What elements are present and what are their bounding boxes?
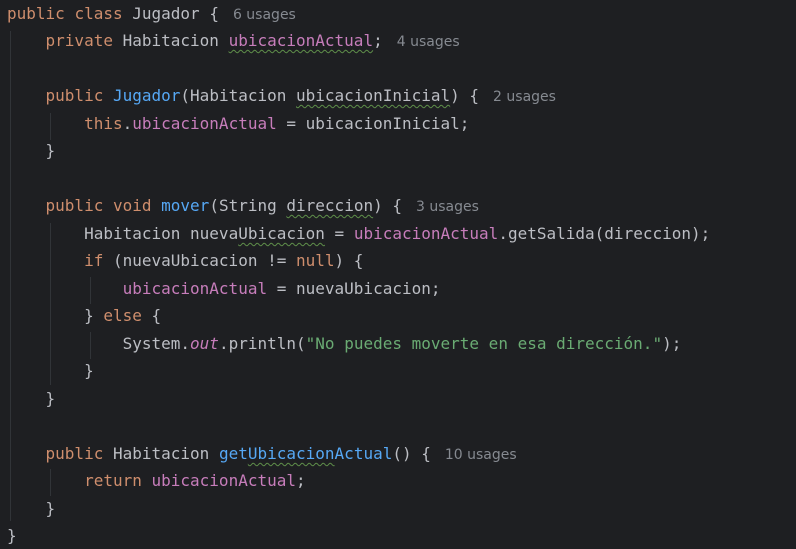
- type-habitacion[interactable]: Habitacion: [113, 444, 209, 463]
- keyword-public: public: [45, 86, 104, 105]
- usages-hint-constructor[interactable]: 2 usages: [493, 89, 556, 105]
- dot: .: [122, 114, 133, 133]
- close-brace: }: [45, 141, 56, 160]
- code-line-close-brace[interactable]: }: [7, 495, 56, 522]
- method-get-ubicacion-actual[interactable]: getUbicacionActual: [219, 444, 392, 463]
- keyword-public: public: [7, 4, 65, 23]
- static-field-out[interactable]: out: [190, 334, 219, 353]
- assign-op: =: [276, 114, 306, 133]
- parens-brace: () {: [392, 444, 431, 463]
- param-ubicacion-inicial[interactable]: ubicacionInicial: [296, 86, 450, 105]
- code-line-method-getter[interactable]: public Habitacion getUbicacionActual() {…: [7, 440, 517, 467]
- code-line-if[interactable]: if (nuevaUbicacion != null) {: [7, 247, 363, 274]
- usages-hint-class[interactable]: 6 usages: [233, 7, 296, 23]
- code-line-close-brace[interactable]: }: [7, 137, 56, 164]
- paren-close-brace: ) {: [373, 196, 402, 215]
- method-get-salida[interactable]: getSalida: [508, 224, 595, 243]
- class-name[interactable]: Jugador: [132, 4, 199, 23]
- paren-open: (: [296, 334, 306, 353]
- constructor-name[interactable]: Jugador: [113, 86, 180, 105]
- field-ubicacion-actual[interactable]: ubicacionActual: [132, 114, 277, 133]
- paren-close-brace: ) {: [450, 86, 480, 105]
- assign-op: =: [267, 279, 296, 298]
- type-string[interactable]: String: [219, 196, 277, 215]
- keyword-private: private: [45, 31, 113, 50]
- code-line-field[interactable]: private Habitacion ubicacionActual; 4 usa…: [7, 27, 460, 54]
- field-ubicacion-actual[interactable]: ubicacionActual: [123, 279, 268, 298]
- paren-close-semicolon: );: [691, 224, 711, 243]
- keyword-public: public: [45, 196, 104, 215]
- field-ubicacion-actual[interactable]: ubicacionActual: [152, 471, 297, 490]
- keyword-public: public: [45, 444, 104, 463]
- method-middle: Ubicacion: [247, 444, 335, 463]
- var-nueva-ubicacion[interactable]: nuevaUbicacion: [123, 251, 258, 270]
- method-println[interactable]: println: [229, 334, 296, 353]
- var-prefix: nueva: [190, 224, 239, 243]
- keyword-else: else: [103, 306, 142, 325]
- paren-close-brace: ) {: [334, 251, 364, 270]
- code-line-close-brace[interactable]: }: [7, 385, 56, 412]
- code-line-if-body[interactable]: ubicacionActual = nuevaUbicacion;: [7, 275, 441, 302]
- semicolon: ;: [373, 31, 383, 50]
- keyword-class: class: [74, 4, 123, 23]
- close-brace: }: [7, 526, 17, 545]
- code-line-else[interactable]: } else {: [7, 302, 161, 329]
- code-line-local-variable[interactable]: Habitacion nuevaUbicacion = ubicacionAct…: [7, 220, 710, 247]
- keyword-void: void: [112, 196, 152, 215]
- param-direccion[interactable]: direccion: [604, 224, 691, 243]
- code-line-method-mover[interactable]: public void mover(String direccion) { 3 u…: [7, 192, 479, 219]
- close-brace: }: [45, 389, 56, 408]
- dot: .: [180, 334, 191, 353]
- var-nueva-ubicacion[interactable]: nuevaUbicacion: [190, 224, 325, 243]
- close-brace: }: [84, 361, 94, 380]
- paren-close-semicolon: );: [662, 334, 682, 353]
- close-brace: }: [45, 499, 56, 518]
- keyword-null: null: [295, 251, 335, 270]
- close-brace: }: [84, 306, 104, 325]
- keyword-this: this: [84, 114, 123, 133]
- assign-op: =: [324, 224, 354, 243]
- semicolon: ;: [296, 471, 306, 490]
- code-line-return[interactable]: return ubicacionActual;: [7, 467, 306, 494]
- not-equal-op: !=: [257, 251, 296, 270]
- paren-open: (: [594, 224, 605, 243]
- method-prefix: get: [218, 444, 248, 463]
- usages-hint-mover[interactable]: 3 usages: [416, 199, 479, 215]
- field-ubicacion-actual[interactable]: ubicacionActual: [354, 224, 499, 243]
- paren-open: (: [180, 86, 191, 105]
- code-line-constructor[interactable]: public Jugador(Habitacion ubicacionInici…: [7, 82, 556, 109]
- type-habitacion[interactable]: Habitacion: [190, 86, 286, 105]
- usages-hint-field[interactable]: 4 usages: [397, 34, 460, 50]
- keyword-return: return: [84, 471, 142, 490]
- method-mover[interactable]: mover: [161, 196, 209, 215]
- dot: .: [218, 334, 229, 353]
- code-line-println[interactable]: System.out.println("No puedes moverte en…: [7, 330, 682, 357]
- usages-hint-getter[interactable]: 10 usages: [445, 447, 517, 463]
- type-habitacion[interactable]: Habitacion: [84, 224, 180, 243]
- param-direccion[interactable]: direccion: [286, 196, 373, 215]
- code-line-class-close-brace[interactable]: }: [7, 522, 17, 549]
- open-brace: {: [141, 306, 162, 325]
- paren-open: (: [103, 251, 123, 270]
- semicolon: ;: [430, 279, 441, 298]
- param-ubicacion-inicial[interactable]: ubicacionInicial: [306, 114, 460, 133]
- semicolon: ;: [459, 114, 470, 133]
- paren-open: (: [209, 196, 219, 215]
- keyword-if: if: [84, 251, 104, 270]
- code-editor[interactable]: public class Jugador {6 usages private H…: [0, 0, 796, 549]
- code-line-close-brace[interactable]: }: [7, 357, 94, 384]
- string-literal[interactable]: "No puedes moverte en esa dirección.": [306, 334, 662, 353]
- dot: .: [498, 224, 508, 243]
- type-habitacion[interactable]: Habitacion: [123, 31, 219, 50]
- code-line-class-declaration[interactable]: public class Jugador {6 usages: [7, 0, 296, 27]
- var-suffix: Ubicacion: [238, 224, 325, 243]
- field-ubicacion-actual[interactable]: ubicacionActual: [229, 31, 374, 50]
- class-system[interactable]: System: [123, 334, 181, 353]
- var-nueva-ubicacion[interactable]: nuevaUbicacion: [296, 279, 431, 298]
- open-brace: {: [199, 4, 219, 23]
- method-suffix: Actual: [334, 444, 393, 463]
- code-line-assignment[interactable]: this.ubicacionActual = ubicacionInicial;: [7, 110, 469, 137]
